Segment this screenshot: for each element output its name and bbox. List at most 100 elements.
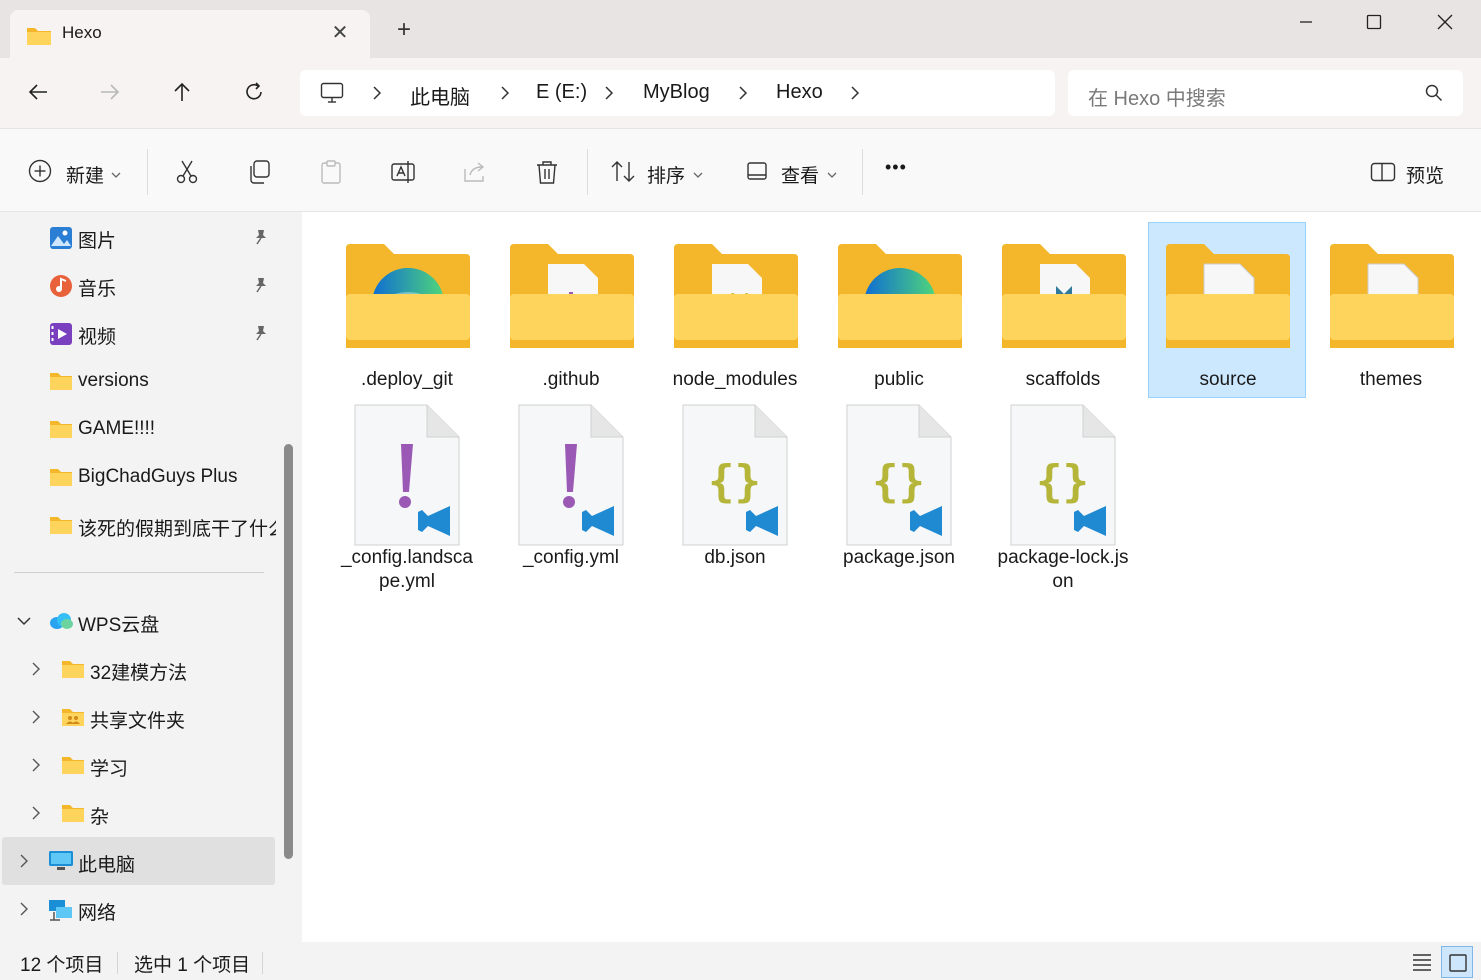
sort-icon — [610, 159, 636, 190]
chevron-right-icon[interactable] — [602, 83, 616, 103]
folder-document-icon — [1166, 244, 1290, 348]
sidebar-item-versions[interactable]: versions — [0, 357, 276, 405]
address-bar[interactable]: 此电脑 E (E:) MyBlog Hexo — [300, 70, 1055, 116]
breadcrumb-myblog[interactable]: MyBlog — [643, 81, 710, 104]
chevron-right-icon[interactable] — [736, 83, 750, 103]
sidebar-item-music[interactable]: 音乐 — [0, 261, 276, 309]
folder-item-themes[interactable]: themes — [1312, 222, 1470, 398]
paste-button[interactable] — [316, 157, 346, 187]
chevron-right-icon[interactable] — [848, 83, 862, 103]
file-item-db-json[interactable]: {} db.json — [656, 402, 814, 602]
sidebar-item-32-modeling[interactable]: 32建模方法 — [0, 645, 276, 693]
folder-item-source[interactable]: source — [1148, 222, 1306, 398]
file-item-package-lock-json[interactable]: {} package-lock.js on — [984, 402, 1142, 602]
tab-hexo[interactable]: Hexo ✕ — [10, 10, 370, 58]
breadcrumb-drive-e[interactable]: E (E:) — [536, 81, 587, 104]
sidebar-item-label: 共享文件夹 — [90, 711, 186, 732]
close-tab-button[interactable]: ✕ — [328, 20, 352, 45]
share-icon — [464, 162, 485, 182]
folder-document-icon — [510, 244, 634, 348]
folder-item-node-modules[interactable]: { } node_modules — [656, 222, 814, 398]
divider — [587, 149, 588, 195]
folder-item-scaffolds[interactable]: scaffolds — [984, 222, 1142, 398]
sidebar-item-label: 该死的假期到底干了什么 — [78, 519, 276, 540]
file-item-config-landscape-yml[interactable]: _config.landsca pe.yml — [328, 402, 486, 602]
chevron-down-icon — [110, 167, 122, 185]
minimize-button[interactable] — [1286, 6, 1326, 38]
videos-icon — [49, 322, 73, 351]
refresh-button[interactable] — [234, 72, 274, 112]
folder-icon — [49, 370, 73, 397]
more-options-button[interactable]: ••• — [885, 157, 907, 178]
sidebar-item-bigchadguys[interactable]: BigChadGuys Plus — [0, 453, 276, 501]
breadcrumb-hexo[interactable]: Hexo — [776, 81, 823, 104]
sidebar-item-label: versions — [78, 370, 149, 391]
maximize-button[interactable] — [1354, 6, 1394, 38]
folder-item-public[interactable]: public — [820, 222, 978, 398]
navigation-pane: 图片 音乐 视频 versions GAME!!!! BigChadGuys P… — [0, 212, 300, 942]
search-placeholder: 在 Hexo 中搜索 — [1088, 88, 1226, 110]
chevron-right-icon[interactable] — [28, 805, 44, 826]
breadcrumb-this-pc[interactable]: 此电脑 — [410, 81, 470, 110]
folder-item-github[interactable]: .github — [492, 222, 650, 398]
chevron-right-icon[interactable] — [498, 83, 512, 103]
view-button[interactable]: 查看 — [740, 149, 850, 195]
sidebar-item-shared[interactable]: 共享文件夹 — [0, 693, 276, 741]
plus-circle-icon — [28, 159, 52, 188]
network-icon — [48, 898, 74, 927]
up-button[interactable] — [162, 72, 202, 112]
minimize-icon — [1300, 21, 1312, 23]
details-view-button[interactable] — [1410, 950, 1434, 977]
copy-button[interactable] — [244, 157, 274, 187]
chevron-right-icon[interactable] — [370, 83, 384, 103]
folder-icon — [61, 754, 85, 781]
sidebar-scrollbar-thumb[interactable] — [284, 444, 293, 859]
sidebar-item-pictures[interactable]: 图片 — [0, 213, 276, 261]
new-label: 新建 — [66, 166, 105, 187]
new-button[interactable]: 新建 — [18, 149, 130, 195]
sidebar-item-label: 32建模方法 — [90, 663, 188, 684]
maximize-icon — [1366, 14, 1382, 30]
folder-item-deploy-git[interactable]: .deploy_git — [328, 222, 486, 398]
cut-button[interactable] — [172, 157, 202, 187]
close-window-button[interactable] — [1425, 6, 1465, 38]
chevron-right-icon[interactable] — [16, 901, 32, 922]
sidebar-item-this-pc[interactable]: 此电脑 — [2, 837, 275, 885]
new-tab-button[interactable]: + — [392, 18, 416, 42]
sidebar-item-label: 视频 — [78, 327, 117, 348]
sidebar-item-game[interactable]: GAME!!!! — [0, 405, 276, 453]
preview-pane-button[interactable]: 预览 — [1360, 149, 1460, 195]
sidebar-item-study[interactable]: 学习 — [0, 741, 276, 789]
forward-button[interactable] — [90, 72, 130, 112]
share-button[interactable] — [460, 157, 490, 187]
sidebar-item-network[interactable]: 网络 — [0, 885, 276, 933]
item-name: .deploy_git — [361, 369, 453, 390]
chevron-right-icon[interactable] — [28, 661, 44, 682]
rename-button[interactable] — [388, 157, 418, 187]
sidebar-item-label: 杂 — [90, 807, 110, 828]
delete-button[interactable] — [532, 157, 562, 187]
sidebar-item-misc[interactable]: 杂 — [0, 789, 276, 837]
chevron-down-icon[interactable] — [16, 613, 32, 634]
chevron-right-icon[interactable] — [28, 757, 44, 778]
search-input[interactable]: 在 Hexo 中搜索 — [1068, 70, 1463, 116]
sidebar-item-label: 网络 — [78, 903, 117, 924]
chevron-right-icon[interactable] — [28, 709, 44, 730]
pictures-icon — [49, 226, 73, 255]
file-item-package-json[interactable]: {} package.json — [820, 402, 978, 602]
file-item-config-yml[interactable]: _config.yml — [492, 402, 650, 602]
sidebar-item-holiday[interactable]: 该死的假期到底干了什么 — [0, 501, 276, 549]
close-icon — [1437, 14, 1453, 30]
chevron-down-icon — [692, 167, 704, 185]
large-icons-view-button[interactable] — [1441, 946, 1473, 978]
sidebar-item-wps-cloud[interactable]: WPS云盘 — [0, 597, 276, 645]
title-bar: Hexo ✕ + — [0, 0, 1481, 58]
navigation-bar: 此电脑 E (E:) MyBlog Hexo 在 Hexo 中搜索 — [0, 58, 1481, 128]
sidebar-item-label: GAME!!!! — [78, 418, 156, 439]
back-button[interactable] — [18, 72, 58, 112]
json-file-icon: {} — [846, 404, 952, 546]
music-icon — [49, 274, 73, 303]
sort-button[interactable]: 排序 — [604, 149, 714, 195]
sidebar-item-videos[interactable]: 视频 — [0, 309, 276, 357]
chevron-right-icon[interactable] — [16, 853, 32, 874]
